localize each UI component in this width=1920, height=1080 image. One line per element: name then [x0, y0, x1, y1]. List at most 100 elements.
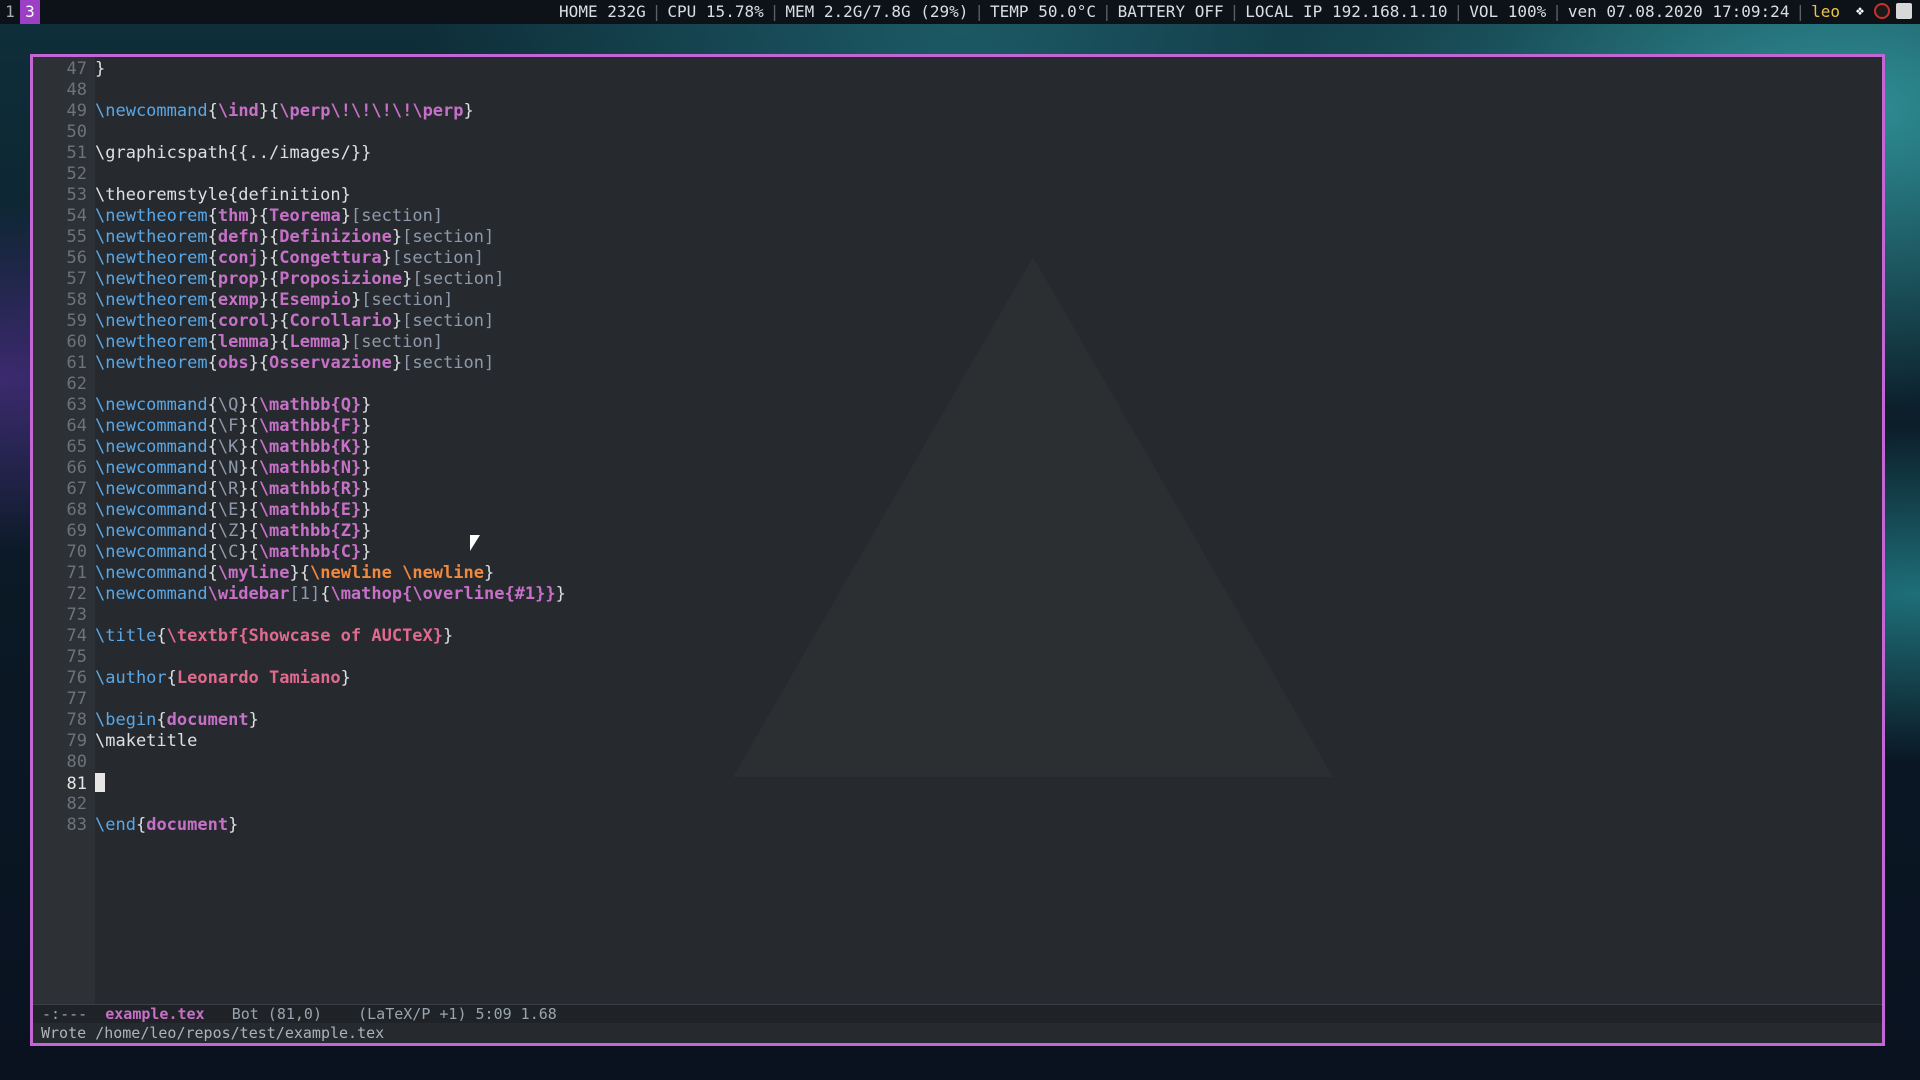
major-mode[interactable]: (LaTeX/P +1) 5:09 1.68 — [358, 1005, 557, 1023]
code-token: [section] — [350, 206, 444, 226]
code-line[interactable]: 51 \graphicspath{{../images/}} — [33, 143, 1882, 164]
code-line[interactable]: 81 — [33, 773, 1882, 794]
code-token: }{ — [269, 311, 290, 331]
code-line[interactable]: 60 \newtheorem{lemma}{Lemma}[section] — [33, 332, 1882, 353]
code-line[interactable]: 74 \title{\textbf{Showcase of AUCTeX}} — [33, 626, 1882, 647]
window-icon[interactable] — [1896, 3, 1912, 19]
code-line[interactable]: 79 \maketitle — [33, 731, 1882, 752]
line-number: 56 — [66, 248, 87, 268]
code-token: { — [135, 815, 147, 835]
code-line[interactable]: 56 \newtheorem{conj}{Congettura}[section] — [33, 248, 1882, 269]
code-token: } — [340, 332, 351, 352]
code-token: } — [361, 479, 372, 499]
code-token: { — [207, 353, 218, 373]
code-token: }{ — [289, 563, 310, 583]
code-token: [section] — [412, 269, 505, 289]
code-line[interactable]: 70 \newcommand{\C}{\mathbb{C}} — [33, 542, 1882, 563]
code-token: \maketitle — [95, 731, 198, 751]
code-token: conj — [217, 248, 259, 268]
line-number: 48 — [66, 80, 87, 100]
code-line[interactable]: 77 — [33, 689, 1882, 710]
line-number: 71 — [66, 563, 87, 583]
line-number: 64 — [66, 416, 87, 436]
code-token: \title — [95, 626, 157, 646]
code-line[interactable]: 62 — [33, 374, 1882, 395]
code-token: \mathbb{C} — [258, 542, 362, 562]
code-line[interactable]: 72 \newcommand\widebar[1]{\mathop{\overli… — [33, 584, 1882, 605]
username-label: leo — [1811, 2, 1840, 21]
code-token: }{ — [258, 290, 280, 310]
code-line[interactable]: 50 — [33, 122, 1882, 143]
code-line[interactable]: 69 \newcommand{\Z}{\mathbb{Z}} — [33, 521, 1882, 542]
code-line[interactable]: 67 \newcommand{\R}{\mathbb{R}} — [33, 479, 1882, 500]
code-line[interactable]: 57 \newtheorem{prop}{Proposizione}[sectio… — [33, 269, 1882, 290]
workspace-1-button[interactable]: 1 — [0, 0, 20, 24]
code-line[interactable]: 53 \theoremstyle{definition} — [33, 185, 1882, 206]
code-token: defn — [217, 227, 259, 247]
code-token: { — [166, 668, 177, 688]
code-line[interactable]: 76 \author{Leonardo Tamiano} — [33, 668, 1882, 689]
buffer-filename[interactable]: example.tex — [105, 1005, 204, 1023]
code-token: \mathbb{E} — [258, 500, 362, 520]
code-line[interactable]: 55 \newtheorem{defn}{Definizione}[section… — [33, 227, 1882, 248]
code-token: \R — [217, 479, 239, 499]
line-number: 70 — [66, 542, 87, 562]
code-token: }{ — [238, 500, 259, 520]
line-number: 66 — [66, 458, 87, 478]
code-token: { — [320, 584, 331, 604]
code-line[interactable]: 54 \newtheorem{thm}{Teorema}[section] — [33, 206, 1882, 227]
code-line[interactable]: 63 \newcommand{\Q}{\mathbb{Q}} — [33, 395, 1882, 416]
line-number: 50 — [66, 122, 87, 142]
code-token: \newline \newline — [309, 563, 484, 583]
code-line[interactable]: 66 \newcommand{\N}{\mathbb{N}} — [33, 458, 1882, 479]
code-token: } — [443, 626, 454, 646]
code-line[interactable]: 82 — [33, 794, 1882, 815]
emacs-window[interactable]: 47} 48 49 \newcommand{\ind}{\perp\!\!\!\!\p… — [30, 54, 1885, 1046]
code-line[interactable]: 78 \begin{document} — [33, 710, 1882, 731]
code-token: { — [207, 395, 218, 415]
line-number: 54 — [66, 206, 87, 226]
code-token: } — [340, 668, 351, 688]
code-line[interactable]: 73 — [33, 605, 1882, 626]
line-number: 78 — [66, 710, 87, 730]
code-token: \newtheorem — [95, 269, 208, 289]
code-line[interactable]: 80 — [33, 752, 1882, 773]
line-number: 60 — [66, 332, 87, 352]
dropbox-icon[interactable]: ❖ — [1852, 3, 1868, 19]
code-token: [section] — [402, 311, 495, 331]
code-line[interactable]: 71 \newcommand{\myline}{\newline \newline… — [33, 563, 1882, 584]
code-token: \newtheorem — [95, 248, 208, 268]
code-line[interactable]: 61 \newtheorem{obs}{Osservazione}[section… — [33, 353, 1882, 374]
code-line[interactable]: 65 \newcommand{\K}{\mathbb{K}} — [33, 437, 1882, 458]
code-token: }{ — [238, 521, 259, 541]
code-token: [1] — [289, 584, 321, 604]
code-token: } — [361, 458, 372, 478]
code-token: [section] — [402, 353, 495, 373]
code-line[interactable]: 48 — [33, 80, 1882, 101]
editor-buffer[interactable]: 47} 48 49 \newcommand{\ind}{\perp\!\!\!\!\p… — [33, 59, 1882, 836]
code-line[interactable]: 49 \newcommand{\ind}{\perp\!\!\!\!\perp} — [33, 101, 1882, 122]
system-status: HOME 232G | CPU 15.78% | MEM 2.2G/7.8G (29%)… — [559, 2, 1840, 21]
code-line[interactable]: 47} — [33, 59, 1882, 80]
code-token: \author — [95, 668, 167, 688]
code-line[interactable]: 58 \newtheorem{exmp}{Esempio}[section] — [33, 290, 1882, 311]
code-token: Congettura — [279, 248, 382, 268]
code-line[interactable]: 83 \end{document} — [33, 815, 1882, 836]
code-line[interactable]: 59 \newtheorem{corol}{Corollario}[section… — [33, 311, 1882, 332]
code-token: { — [207, 479, 218, 499]
code-token: } — [361, 521, 372, 541]
code-line[interactable]: 64 \newcommand{\F}{\mathbb{F}} — [33, 416, 1882, 437]
code-token: \mathbb{R} — [258, 479, 362, 499]
line-number: 59 — [66, 311, 87, 331]
code-line[interactable]: 68 \newcommand{\E}{\mathbb{E}} — [33, 500, 1882, 521]
chrome-icon[interactable] — [1874, 3, 1890, 19]
code-token: { — [207, 458, 218, 478]
line-number: 51 — [66, 143, 87, 163]
code-token: }{ — [269, 332, 290, 352]
code-line[interactable]: 52 — [33, 164, 1882, 185]
code-line[interactable]: 75 — [33, 647, 1882, 668]
code-token: { — [207, 521, 218, 541]
home-disk-status: HOME 232G — [559, 2, 646, 21]
workspace-3-button[interactable]: 3 — [20, 0, 40, 24]
line-number: 47 — [66, 59, 87, 79]
